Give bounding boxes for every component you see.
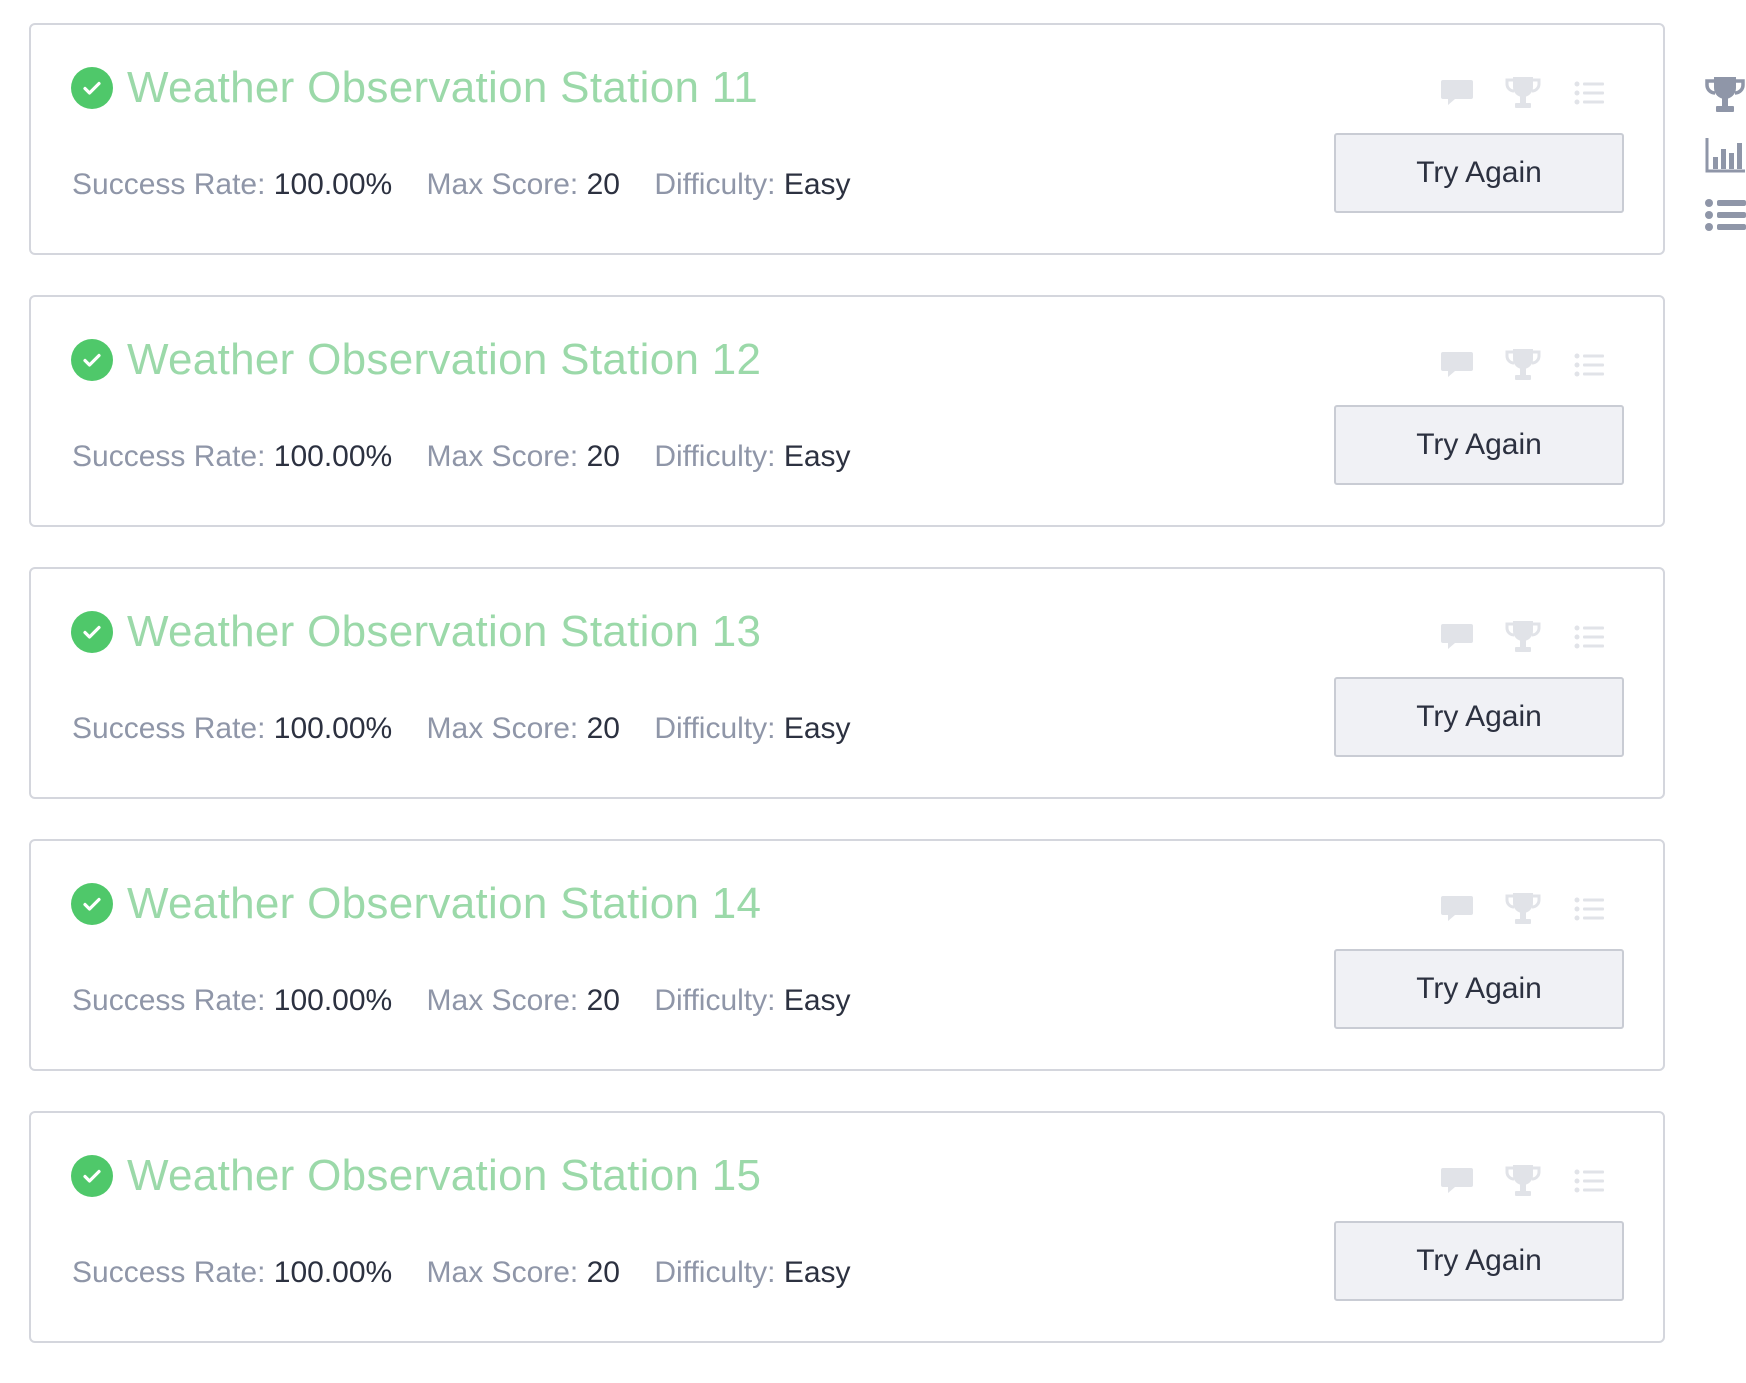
discussion-icon[interactable] (1437, 889, 1477, 929)
max-score-label: Max Score: (426, 440, 579, 473)
difficulty-label: Difficulty: (654, 984, 776, 1017)
list-icon[interactable] (1704, 192, 1746, 238)
list-icon[interactable] (1569, 889, 1609, 929)
solved-check-icon (71, 1155, 113, 1197)
max-score-value: 20 (586, 168, 620, 201)
challenge-title[interactable]: Weather Observation Station 14 (127, 879, 761, 929)
challenge-title-row[interactable]: Weather Observation Station 11 (71, 63, 758, 113)
challenge-card: Weather Observation Station 12 Success R… (29, 295, 1665, 527)
success-rate-label: Success Rate: (72, 712, 266, 745)
challenge-title[interactable]: Weather Observation Station 15 (127, 1151, 761, 1201)
discussion-icon[interactable] (1437, 345, 1477, 385)
trophy-icon[interactable] (1503, 889, 1543, 929)
difficulty-label: Difficulty: (654, 440, 776, 473)
discussion-icon[interactable] (1437, 617, 1477, 657)
try-again-button[interactable]: Try Again (1334, 405, 1624, 485)
challenge-card: Weather Observation Station 15 Success R… (29, 1111, 1665, 1343)
solved-check-icon (71, 611, 113, 653)
success-rate-value: 100.00% (273, 712, 393, 745)
challenge-meta: Success Rate: 100.00% Max Score: 20 Diff… (72, 168, 851, 202)
success-rate-value: 100.00% (273, 168, 393, 201)
difficulty-value: Easy (783, 1256, 851, 1289)
max-score-label: Max Score: (426, 712, 579, 745)
list-icon[interactable] (1569, 73, 1609, 113)
max-score-value: 20 (586, 1256, 620, 1289)
challenge-card: Weather Observation Station 13 Success R… (29, 567, 1665, 799)
success-rate-label: Success Rate: (72, 168, 266, 201)
list-icon[interactable] (1569, 617, 1609, 657)
challenge-title-row[interactable]: Weather Observation Station 13 (71, 607, 761, 657)
trophy-icon[interactable] (1503, 617, 1543, 657)
challenge-actions (1411, 1161, 1609, 1201)
success-rate-value: 100.00% (273, 1256, 393, 1289)
difficulty-label: Difficulty: (654, 712, 776, 745)
difficulty-value: Easy (783, 984, 851, 1017)
max-score-value: 20 (586, 712, 620, 745)
trophy-icon[interactable] (1503, 73, 1543, 113)
max-score-value: 20 (586, 984, 620, 1017)
success-rate-value: 100.00% (273, 984, 393, 1017)
challenge-list: Weather Observation Station 11 Success R… (29, 23, 1665, 1383)
challenge-title[interactable]: Weather Observation Station 12 (127, 335, 761, 385)
challenge-actions (1411, 345, 1609, 385)
discussion-icon[interactable] (1437, 73, 1477, 113)
try-again-button[interactable]: Try Again (1334, 1221, 1624, 1301)
success-rate-value: 100.00% (273, 440, 393, 473)
list-icon[interactable] (1569, 1161, 1609, 1201)
list-icon[interactable] (1569, 345, 1609, 385)
difficulty-value: Easy (783, 712, 851, 745)
challenge-actions (1411, 617, 1609, 657)
max-score-label: Max Score: (426, 984, 579, 1017)
challenge-card: Weather Observation Station 14 Success R… (29, 839, 1665, 1071)
max-score-value: 20 (586, 440, 620, 473)
success-rate-label: Success Rate: (72, 984, 266, 1017)
difficulty-value: Easy (783, 168, 851, 201)
bar-chart-icon[interactable] (1704, 132, 1746, 178)
solved-check-icon (71, 339, 113, 381)
challenge-meta: Success Rate: 100.00% Max Score: 20 Diff… (72, 440, 851, 474)
challenge-meta: Success Rate: 100.00% Max Score: 20 Diff… (72, 712, 851, 746)
difficulty-value: Easy (783, 440, 851, 473)
difficulty-label: Difficulty: (654, 168, 776, 201)
max-score-label: Max Score: (426, 168, 579, 201)
success-rate-label: Success Rate: (72, 1256, 266, 1289)
solved-check-icon (71, 67, 113, 109)
challenge-title[interactable]: Weather Observation Station 11 (127, 63, 758, 113)
challenge-title-row[interactable]: Weather Observation Station 12 (71, 335, 761, 385)
challenge-title-row[interactable]: Weather Observation Station 14 (71, 879, 761, 929)
try-again-button[interactable]: Try Again (1334, 677, 1624, 757)
challenge-meta: Success Rate: 100.00% Max Score: 20 Diff… (72, 1256, 851, 1290)
try-again-button[interactable]: Try Again (1334, 133, 1624, 213)
trophy-icon[interactable] (1503, 345, 1543, 385)
challenge-card: Weather Observation Station 11 Success R… (29, 23, 1665, 255)
challenge-actions (1411, 889, 1609, 929)
challenge-meta: Success Rate: 100.00% Max Score: 20 Diff… (72, 984, 851, 1018)
solved-check-icon (71, 883, 113, 925)
discussion-icon[interactable] (1437, 1161, 1477, 1201)
success-rate-label: Success Rate: (72, 440, 266, 473)
try-again-button[interactable]: Try Again (1334, 949, 1624, 1029)
max-score-label: Max Score: (426, 1256, 579, 1289)
challenge-title-row[interactable]: Weather Observation Station 15 (71, 1151, 761, 1201)
leaderboard-trophy-icon[interactable] (1704, 72, 1746, 118)
challenge-title[interactable]: Weather Observation Station 13 (127, 607, 761, 657)
challenge-actions (1411, 73, 1609, 113)
difficulty-label: Difficulty: (654, 1256, 776, 1289)
trophy-icon[interactable] (1503, 1161, 1543, 1201)
sidebar-nav (1704, 72, 1746, 252)
